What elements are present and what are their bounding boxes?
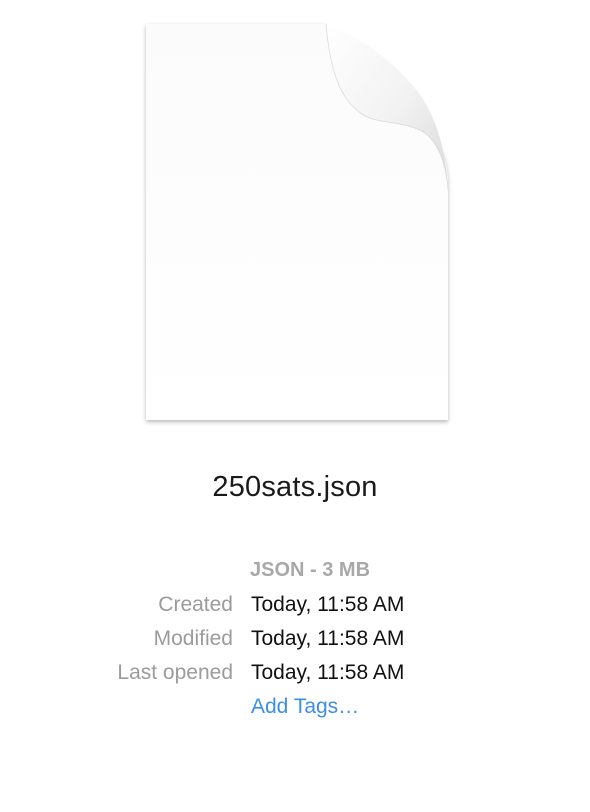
- add-tags-link[interactable]: Add Tags…: [251, 695, 359, 719]
- last-opened-value: Today, 11:58 AM: [251, 661, 405, 684]
- metadata-row-modified: Modified Today, 11:58 AM: [0, 627, 590, 657]
- metadata-row-last-opened: Last opened Today, 11:58 AM: [0, 661, 590, 691]
- modified-label: Modified: [153, 627, 233, 650]
- created-value: Today, 11:58 AM: [251, 593, 405, 616]
- last-opened-label: Last opened: [117, 661, 233, 684]
- modified-value: Today, 11:58 AM: [251, 627, 405, 650]
- file-name: 250sats.json: [212, 471, 378, 503]
- file-kind-size: JSON - 3 MB: [250, 559, 371, 581]
- document-icon: [146, 23, 449, 420]
- metadata-row-created: Created Today, 11:58 AM: [0, 593, 590, 623]
- created-label: Created: [158, 593, 233, 616]
